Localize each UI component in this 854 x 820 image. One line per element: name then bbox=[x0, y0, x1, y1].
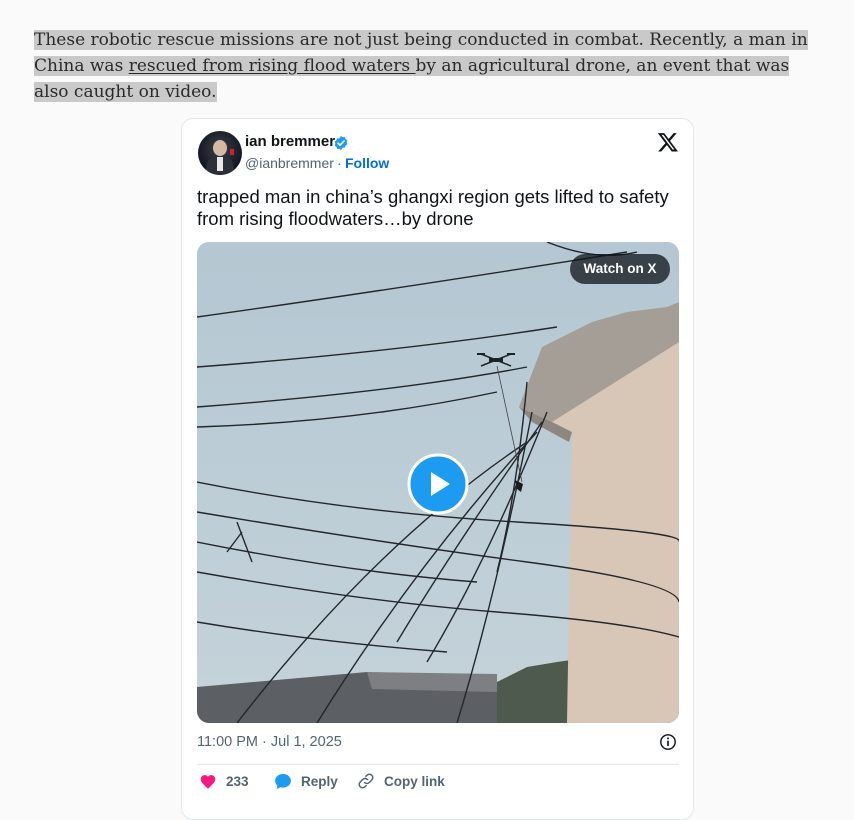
video-thumbnail[interactable]: Watch on X bbox=[197, 242, 679, 723]
reply-icon bbox=[275, 773, 291, 789]
like-count: 233 bbox=[226, 773, 249, 789]
like-button[interactable]: 233 bbox=[199, 771, 249, 791]
divider bbox=[197, 764, 679, 765]
tweet-timestamp[interactable]: 11:00 PM · Jul 1, 2025 bbox=[197, 734, 342, 750]
play-icon[interactable] bbox=[407, 453, 469, 515]
tweet-embed-card: ian bremmer @ianbremmer · Follow trapped… bbox=[181, 118, 694, 820]
author-name[interactable]: ian bremmer bbox=[245, 133, 335, 150]
handle-separator: · bbox=[337, 155, 342, 171]
author-handle[interactable]: @ianbremmer bbox=[245, 155, 334, 171]
copy-link-button[interactable]: Copy link bbox=[357, 771, 445, 791]
reply-button[interactable]: Reply bbox=[274, 771, 338, 791]
x-logo-icon[interactable] bbox=[657, 131, 679, 153]
article-link[interactable]: rescued from rising flood waters bbox=[129, 56, 416, 76]
heart-icon bbox=[200, 775, 216, 789]
info-icon[interactable] bbox=[659, 733, 677, 751]
article-paragraph: These robotic rescue missions are not ju… bbox=[34, 27, 814, 105]
copy-link-label: Copy link bbox=[384, 773, 445, 789]
reply-label: Reply bbox=[301, 773, 338, 789]
avatar[interactable] bbox=[198, 131, 242, 175]
follow-button[interactable]: Follow bbox=[345, 155, 389, 171]
watch-on-x-button[interactable]: Watch on X bbox=[570, 254, 670, 284]
tweet-text: trapped man in china’s ghangxi region ge… bbox=[197, 186, 669, 229]
verified-icon bbox=[334, 136, 348, 150]
link-icon bbox=[358, 773, 374, 789]
